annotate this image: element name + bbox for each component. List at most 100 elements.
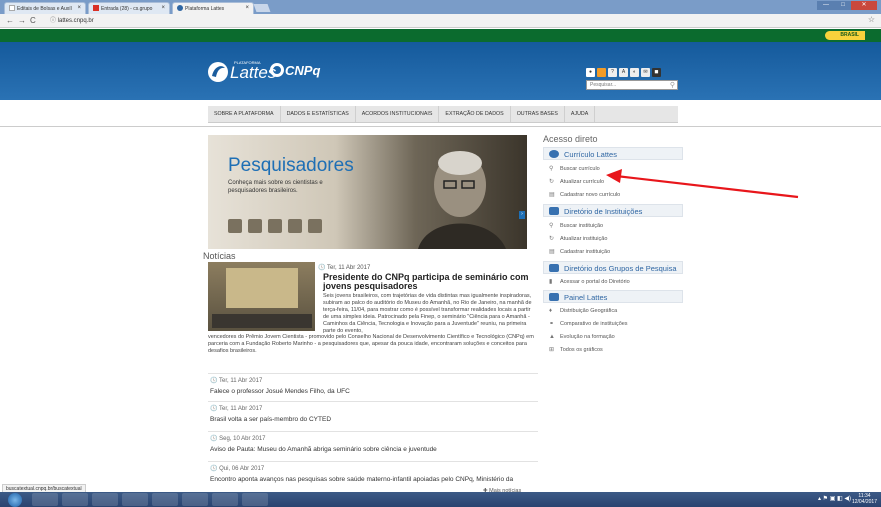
contrast-icon[interactable]: ◐ [630, 68, 639, 77]
news-item[interactable]: 🕔 Ter, 11 Abr 2017 Falece o professor Jo… [208, 373, 538, 400]
sidebar-item-label: Todos os gráficos [560, 347, 603, 353]
taskbar-app-icon[interactable] [212, 493, 238, 506]
search-icon[interactable]: ⚲ [670, 81, 675, 90]
taskbar-media-icon[interactable] [92, 493, 118, 506]
close-window-button[interactable]: ✕ [851, 1, 877, 10]
tab-label: Editais de Bolsas e Auxíl [17, 6, 72, 12]
sidebar-item-portal-diretorio[interactable]: ▮ Acessar o portal do Diretório [549, 277, 679, 288]
address-bar[interactable]: ⓘ lattes.cnpq.br [50, 16, 650, 26]
sidebar-item-buscar-instituicao[interactable]: ⚲ Buscar instituição [549, 221, 679, 232]
researcher-photo[interactable] [228, 219, 242, 233]
news-main-title[interactable]: Presidente do CNPq participa de seminári… [323, 273, 533, 291]
back-icon[interactable]: ← [6, 16, 14, 25]
tab-lattes[interactable]: Plataforma Lattes × [172, 2, 254, 14]
taskbar-explorer-icon[interactable] [62, 493, 88, 506]
tab-editais[interactable]: Editais de Bolsas e Auxíl × [4, 2, 86, 14]
sidebar-item-label: Atualizar currículo [560, 179, 605, 185]
search-input[interactable]: Pesquisar... ⚲ [586, 80, 678, 90]
menu-acordos[interactable]: ACORDOS INSTITUCIONAIS [356, 106, 440, 122]
menu-outras-bases[interactable]: OUTRAS BASES [511, 106, 565, 122]
tab-gmail[interactable]: Entrada (28) - cs.grupo × [88, 2, 170, 14]
close-tab-icon[interactable]: × [161, 5, 165, 11]
sidebar-item-cadastrar-instituicao[interactable]: ▤ Cadastrar instituição [549, 247, 679, 258]
news-item-title[interactable]: Aviso de Pauta: Museu do Amanhã abriga s… [210, 446, 437, 453]
stage-screen [226, 268, 298, 308]
reload-icon[interactable]: C [30, 16, 36, 25]
pesquisadores-banner[interactable]: Pesquisadores Conheça mais sobre os cien… [208, 135, 527, 249]
sidebar-item-todos-graficos[interactable]: ⊞ Todos os gráficos [549, 345, 679, 356]
close-tab-icon[interactable]: × [77, 5, 81, 11]
system-tray-icons[interactable]: ▴ ⚑ ▣ ◧ ◀) [818, 495, 851, 502]
menu-extracao[interactable]: EXTRAÇÃO DE DADOS [439, 106, 511, 122]
title-bar: Editais de Bolsas e Auxíl × Entrada (28) … [0, 0, 881, 14]
menu-sobre[interactable]: SOBRE A PLATAFORMA [208, 106, 281, 122]
taskbar-excel-icon[interactable] [242, 493, 268, 506]
taskbar-ie-icon[interactable] [32, 493, 58, 506]
clock-date: 12/04/2017 [851, 499, 877, 505]
researcher-photo[interactable] [308, 219, 322, 233]
researcher-photo[interactable] [268, 219, 282, 233]
lattes-icon [549, 150, 559, 158]
main-menu: SOBRE A PLATAFORMA DADOS E ESTATÍSTICAS … [208, 106, 678, 123]
sidebar-section-curriculo[interactable]: Currículo Lattes [543, 147, 683, 160]
sidebar-item-distribuicao[interactable]: ♦ Distribuição Geográfica [549, 306, 679, 317]
taskbar-clock[interactable]: 11:34 12/04/2017 [852, 493, 877, 505]
mail-icon[interactable]: ✉ [641, 68, 650, 77]
close-tab-icon[interactable]: × [245, 5, 249, 11]
news-item[interactable]: 🕔 Seg, 10 Abr 2017 Aviso de Pauta: Museu… [208, 431, 538, 458]
taskbar-outlook-icon[interactable] [182, 493, 208, 506]
bookmark-star-icon[interactable]: ☆ [868, 15, 875, 24]
researcher-photo[interactable] [248, 219, 262, 233]
share-icon[interactable]: ● [586, 68, 595, 77]
news-item[interactable]: 🕔 Qui, 06 Abr 2017 Encontro aponta avanç… [208, 461, 538, 488]
news-date-text: Ter, 11 Abr 2017 [327, 265, 371, 271]
start-button[interactable] [8, 493, 22, 507]
news-item-title[interactable]: Encontro aponta avanços nas pesquisas so… [210, 476, 513, 483]
lattes-mark-icon [208, 62, 228, 82]
sidebar-section-instituicoes[interactable]: Diretório de Instituições [543, 204, 683, 217]
info-icon[interactable]: ⓘ [50, 18, 58, 24]
sidebar-item-label: Cadastrar instituição [560, 249, 611, 255]
maximize-button[interactable]: □ [835, 1, 851, 10]
tab-label: Entrada (28) - cs.grupo [101, 6, 153, 12]
sidebar-item-evolucao[interactable]: ▲ Evolução na formação [549, 332, 679, 343]
sidebar-section-label: Painel Lattes [564, 293, 608, 302]
tab-label: Plataforma Lattes [185, 6, 225, 12]
graduation-icon: ▲ [549, 334, 555, 340]
taskbar-chrome-icon[interactable] [122, 493, 148, 506]
search-placeholder: Pesquisar... [590, 82, 617, 88]
news-main-body-cont: vencedores do Prêmio Jovem Cientista - p… [208, 334, 534, 354]
sidebar-item-buscar-curriculo[interactable]: ⚲ Buscar currículo [549, 164, 679, 175]
minimize-button[interactable]: — [817, 1, 835, 10]
rss-icon[interactable] [597, 68, 606, 77]
sidebar-item-atualizar-instituicao[interactable]: ↻ Atualizar instituição [549, 234, 679, 245]
news-main-image[interactable] [208, 262, 315, 331]
gov-bar: BRASIL [0, 29, 881, 42]
menu-dados[interactable]: DADOS E ESTATÍSTICAS [281, 106, 356, 122]
sidebar-item-cadastrar-curriculo[interactable]: ▤ Cadastrar novo currículo [549, 190, 679, 201]
news-item-title[interactable]: Brasil volta a ser país-membro do CYTED [210, 416, 331, 423]
forward-icon[interactable]: → [18, 16, 26, 25]
menu-ajuda[interactable]: AJUDA [565, 106, 596, 122]
sidebar-section-grupos[interactable]: Diretório dos Grupos de Pesquisa [543, 261, 683, 274]
sidebar-item-label: Buscar currículo [560, 166, 600, 172]
accessibility-icon[interactable]: ◼ [652, 68, 661, 77]
banner-next-arrow-icon[interactable]: › [519, 211, 525, 219]
sidebar-item-comparativo[interactable]: ⚭ Comparativo de instituições [549, 319, 679, 330]
cnpq-logo[interactable]: CNPq [285, 63, 320, 78]
sidebar-item-label: Acessar o portal do Diretório [560, 279, 630, 285]
sidebar-item-atualizar-curriculo[interactable]: ↻ Atualizar currículo [549, 177, 679, 188]
font-icon[interactable]: A [619, 68, 628, 77]
brasil-link[interactable]: BRASIL [825, 31, 865, 40]
news-section-title: Notícias [203, 251, 236, 261]
news-item[interactable]: 🕔 Ter, 11 Abr 2017 Brasil volta a ser pa… [208, 401, 538, 428]
taskbar-word-icon[interactable] [152, 493, 178, 506]
researcher-photo[interactable] [288, 219, 302, 233]
graphs-icon: ⊞ [549, 347, 555, 353]
news-item-title[interactable]: Falece o professor Josué Mendes Filho, d… [210, 388, 350, 395]
help-icon[interactable]: ? [608, 68, 617, 77]
search-icon: ⚲ [549, 166, 554, 172]
researcher-thumbnails [228, 219, 322, 233]
sidebar-section-painel[interactable]: Painel Lattes [543, 290, 683, 303]
new-tab-button[interactable] [253, 4, 271, 12]
